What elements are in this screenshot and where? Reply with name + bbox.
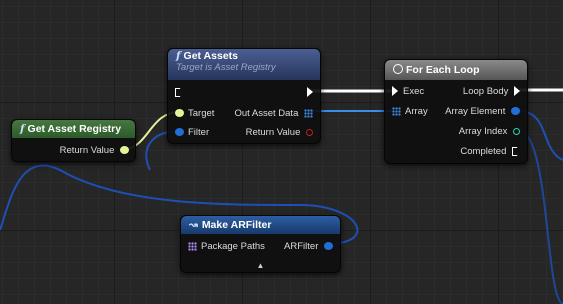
exec-out-icon (512, 146, 520, 156)
pin-array[interactable]: Array (392, 106, 428, 117)
pin-label: Target (188, 108, 215, 119)
pin-label: Array Index (458, 126, 508, 137)
pin-label: Loop Body (462, 86, 509, 97)
name-array-pin-icon (188, 241, 197, 251)
expand-pins-button[interactable]: ▲ (181, 261, 340, 270)
pin-return-value[interactable]: Return Value (60, 145, 129, 156)
node-header: ↝ Make ARFilter (181, 216, 340, 234)
object-pin-icon (120, 146, 129, 155)
pin-label: ARFilter (284, 241, 319, 252)
pin-label: Out Asset Data (234, 108, 299, 119)
pin-label: Return Value (245, 127, 301, 138)
pin-exec[interactable]: Exec (392, 86, 424, 97)
pin-completed[interactable]: Completed (460, 146, 520, 157)
struct-pin-icon (324, 242, 333, 251)
pin-package-paths[interactable]: Package Paths (188, 241, 265, 252)
pin-label: Filter (188, 127, 210, 138)
pin-filter[interactable]: Filter (175, 127, 209, 138)
node-subtitle: Target is Asset Registry (176, 62, 276, 73)
exec-in-icon (175, 87, 183, 97)
exec-out-icon (514, 86, 520, 97)
pin-label: Package Paths (201, 241, 265, 252)
node-title: For Each Loop (406, 64, 480, 76)
pin-array-element[interactable]: Array Element (445, 106, 520, 117)
exec-in-icon (392, 86, 398, 97)
pin-label: Array (405, 106, 428, 117)
node-get-asset-registry[interactable]: f Get Asset Registry Return Value (11, 119, 136, 162)
pin-exec-out[interactable] (307, 87, 313, 98)
pin-out-asset-data[interactable]: Out Asset Data (234, 108, 313, 119)
pin-label: Completed (460, 146, 507, 157)
exec-out-icon (307, 87, 313, 98)
struct-pin-icon (175, 128, 184, 137)
pin-label: Exec (403, 86, 425, 97)
node-title: Make ARFilter (201, 219, 272, 231)
bool-pin-icon (306, 128, 313, 136)
pin-array-index[interactable]: Array Index (459, 126, 520, 137)
pin-loop-body[interactable]: Loop Body (463, 86, 520, 97)
node-make-arfilter[interactable]: ↝ Make ARFilter Package Paths ARFilter ▲ (180, 215, 341, 273)
node-title: Get Asset Registry (27, 123, 122, 135)
node-get-assets[interactable]: f Get Assets Target is Asset Registry Tar… (167, 48, 321, 144)
make-struct-icon: ↝ (189, 219, 198, 231)
struct-pin-icon (511, 107, 520, 116)
pin-arfilter[interactable]: ARFilter (284, 241, 333, 252)
function-icon: f (20, 123, 25, 135)
pin-exec-in[interactable] (175, 87, 183, 98)
loop-icon (393, 64, 403, 74)
node-header: f Get Assets Target is Asset Registry (168, 49, 320, 80)
node-title: Get Assets (183, 50, 238, 62)
node-header: For Each Loop (385, 60, 527, 80)
node-for-each-loop[interactable]: For Each Loop Exec Loop Body Array Array… (384, 59, 528, 164)
array-pin-icon (392, 106, 401, 116)
int-pin-icon (513, 127, 520, 135)
pin-target[interactable]: Target (175, 108, 214, 119)
object-pin-icon (175, 109, 184, 118)
pin-label: Return Value (59, 145, 115, 156)
array-pin-icon (304, 108, 313, 118)
pin-label: Array Element (445, 106, 506, 117)
function-icon: f (176, 50, 181, 62)
pin-return-value[interactable]: Return Value (246, 127, 313, 138)
node-header: f Get Asset Registry (12, 120, 135, 138)
